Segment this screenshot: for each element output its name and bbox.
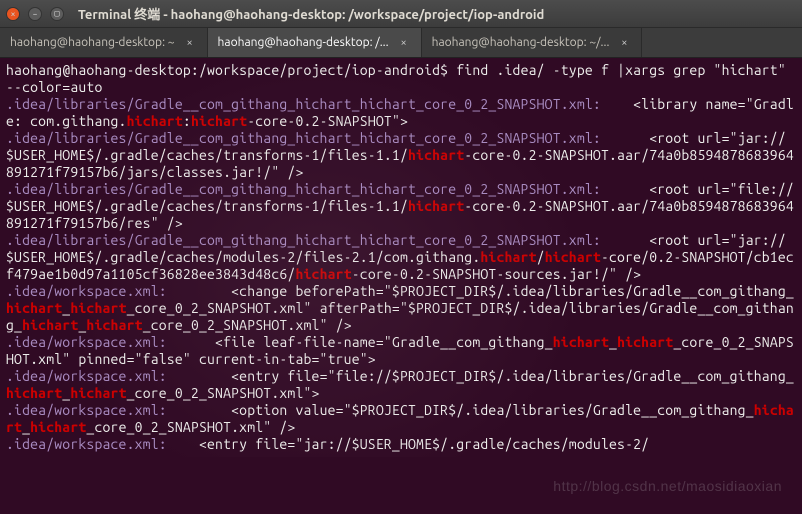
watermark-text: http://blog.csdn.net/maosidiaoxian: [553, 478, 782, 494]
close-icon[interactable]: ×: [617, 36, 631, 50]
close-icon[interactable]: ×: [397, 36, 411, 50]
tab-label: haohang@haohang-desktop: ~: [10, 36, 175, 49]
window-minimize-button[interactable]: –: [28, 7, 42, 21]
tab-label: haohang@haohang-desktop: /...: [218, 36, 389, 49]
tab-2[interactable]: haohang@haohang-desktop: ~/... ×: [422, 28, 643, 57]
window-maximize-button[interactable]: ▢: [50, 7, 64, 21]
tab-bar: haohang@haohang-desktop: ~ × haohang@hao…: [0, 28, 802, 58]
tab-0[interactable]: haohang@haohang-desktop: ~ ×: [0, 28, 208, 57]
window-close-button[interactable]: ×: [6, 7, 20, 21]
terminal-output[interactable]: haohang@haohang-desktop:/workspace/proje…: [0, 58, 802, 457]
tab-1[interactable]: haohang@haohang-desktop: /... ×: [208, 28, 422, 57]
close-icon[interactable]: ×: [183, 36, 197, 50]
window-title: Terminal 终端 - haohang@haohang-desktop: /…: [78, 4, 544, 23]
tab-label: haohang@haohang-desktop: ~/...: [432, 36, 610, 49]
window-titlebar: × – ▢ Terminal 终端 - haohang@haohang-desk…: [0, 0, 802, 28]
